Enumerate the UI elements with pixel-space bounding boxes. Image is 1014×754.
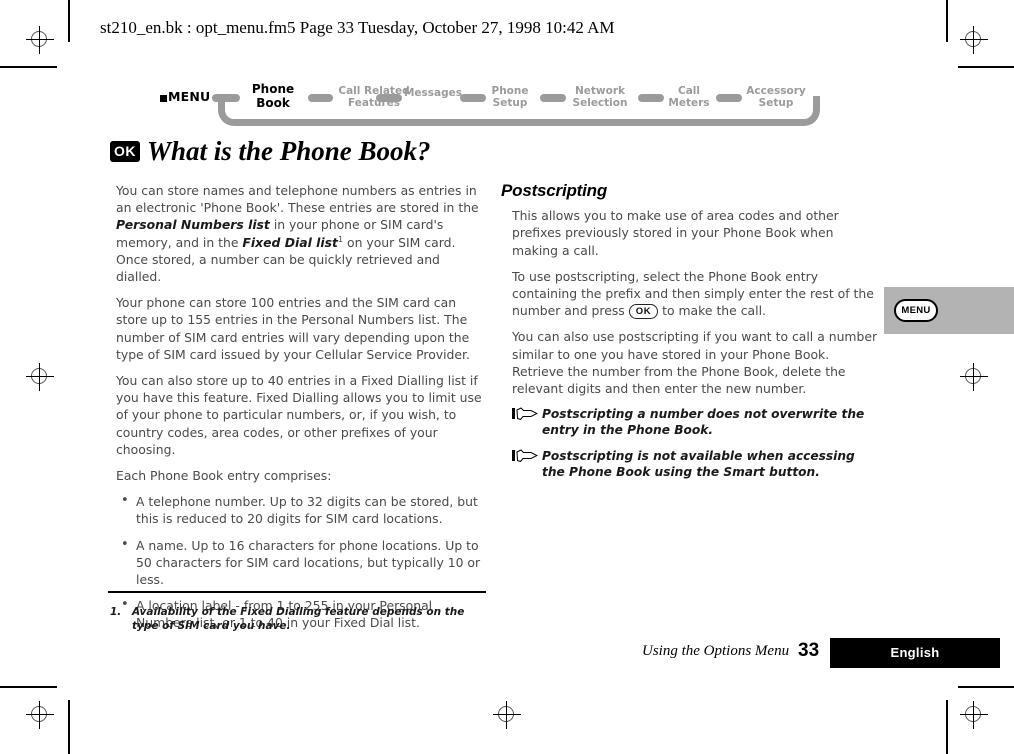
- note-item: Postscripting a number does not overwrit…: [512, 406, 879, 438]
- list-item: A name. Up to 16 characters for phone lo…: [116, 536, 488, 589]
- note-text: Postscripting a number does not overwrit…: [542, 407, 865, 438]
- nav-connector-5: [638, 94, 664, 102]
- nav-item-messages[interactable]: Messages: [402, 87, 464, 99]
- menu-path-navbar: MENU Phone Book Call Related Features Me…: [160, 78, 820, 126]
- nav-item-phone-setup-line2: Setup: [492, 97, 528, 109]
- para1-emphasis-fixed-dial-list: Fixed Dial list: [242, 234, 338, 250]
- nav-item-accessory-setup[interactable]: Accessory Setup: [740, 85, 812, 109]
- footnote: 1. Availability of the Fixed Dialling fe…: [110, 605, 492, 633]
- nav-item-network-selection[interactable]: Network Selection: [564, 85, 636, 109]
- right-paragraph-3: You can also use postscripting if you wa…: [512, 329, 878, 397]
- nav-item-accessory-setup-line1: Accessory: [746, 85, 806, 97]
- nav-item-phone-setup[interactable]: Phone Setup: [482, 85, 538, 109]
- page-title-text: What is the Phone Book?: [147, 136, 431, 166]
- crop-line-top-right-vertical: [946, 0, 948, 42]
- footnote-text: Availability of the Fixed Dialling featu…: [132, 606, 465, 632]
- note-item: Postscripting is not available when acce…: [512, 448, 879, 480]
- nav-item-phone-setup-line1: Phone: [491, 85, 529, 97]
- registration-mark-top-left: [26, 26, 54, 54]
- footer-page-number: 33: [798, 640, 820, 661]
- running-header: st210_en.bk : opt_menu.fm5 Page 33 Tuesd…: [100, 18, 615, 37]
- ok-key-icon: OK: [110, 141, 140, 162]
- nav-connector-2: [376, 94, 402, 102]
- nav-connector-0: [212, 94, 240, 102]
- left-paragraph-1: You can store names and telephone number…: [116, 182, 488, 285]
- nav-item-phone-book[interactable]: Phone Book: [242, 82, 304, 110]
- right-column-body: This allows you to make use of area code…: [501, 207, 879, 480]
- crop-line-top-left-vertical: [68, 0, 70, 42]
- nav-item-network-selection-line2: Selection: [572, 97, 628, 109]
- nav-item-phone-book-line1: Phone: [251, 82, 295, 96]
- footnote-number: 1.: [110, 606, 122, 618]
- nav-item-call-meters[interactable]: Call Meters: [662, 85, 716, 109]
- left-paragraph-4: Each Phone Book entry comprises:: [116, 468, 332, 484]
- para1-a: You can store names and telephone number…: [116, 183, 479, 216]
- crop-line-bottom-left-horizontal: [0, 686, 57, 688]
- ok-key-inline-icon: OK: [628, 304, 659, 320]
- menu-bullet-icon: [160, 95, 167, 102]
- crop-line-bottom-right-horizontal: [958, 686, 1014, 688]
- crop-line-top-left-horizontal: [0, 66, 57, 68]
- nav-connector-6: [716, 94, 742, 102]
- nav-item-call-meters-line1: Call: [678, 85, 700, 97]
- margin-key-callout: MENU: [884, 287, 1014, 334]
- footer-language-badge: English: [830, 638, 1000, 668]
- note-text: Postscripting is not available when acce…: [542, 449, 855, 480]
- crop-line-bottom-right-vertical: [946, 700, 948, 754]
- footer-section-name: Using the Options Menu: [642, 643, 790, 659]
- footnote-separator: [108, 591, 486, 593]
- registration-mark-bottom-left: [26, 701, 54, 729]
- crop-line-bottom-left-vertical: [68, 700, 70, 754]
- left-column: You can store names and telephone number…: [116, 182, 488, 641]
- registration-mark-bottom-right: [960, 701, 988, 729]
- registration-mark-top-right: [960, 26, 988, 54]
- menu-key-icon[interactable]: MENU: [894, 299, 938, 322]
- left-paragraph-3: You can also store up to 40 entries in a…: [116, 373, 482, 457]
- nav-item-accessory-setup-line2: Setup: [758, 97, 794, 109]
- nav-item-network-selection-line1: Network: [574, 85, 625, 97]
- right-paragraph-2: To use postscripting, select the Phone B…: [512, 268, 879, 320]
- para1-emphasis-personal-numbers-list: Personal Numbers list: [116, 217, 270, 233]
- right-paragraph-1: This allows you to make use of area code…: [512, 208, 839, 258]
- left-paragraph-2: Your phone can store 100 entries and the…: [116, 295, 470, 362]
- registration-mark-middle-left: [26, 363, 54, 391]
- crop-line-top-right-horizontal: [958, 66, 1014, 68]
- nav-connector-1: [308, 94, 333, 102]
- nav-item-phone-book-line2: Book: [256, 96, 290, 110]
- pointing-hand-icon: [512, 407, 539, 421]
- nav-item-call-meters-line2: Meters: [668, 97, 710, 109]
- registration-mark-middle-right: [960, 363, 988, 391]
- page-title: OK What is the Phone Book?: [110, 136, 431, 167]
- pointing-hand-icon: [512, 449, 539, 463]
- right-para2-b: to make the call.: [658, 303, 766, 319]
- list-item: A telephone number. Up to 32 digits can …: [116, 492, 488, 527]
- right-column: Postscripting This allows you to make us…: [501, 182, 879, 490]
- menu-path-root-label: MENU: [168, 89, 211, 104]
- nav-item-messages-line1: Messages: [403, 87, 463, 99]
- nav-connector-4: [540, 94, 566, 102]
- section-heading-postscripting: Postscripting: [501, 181, 608, 200]
- registration-mark-bottom-center: [493, 701, 521, 729]
